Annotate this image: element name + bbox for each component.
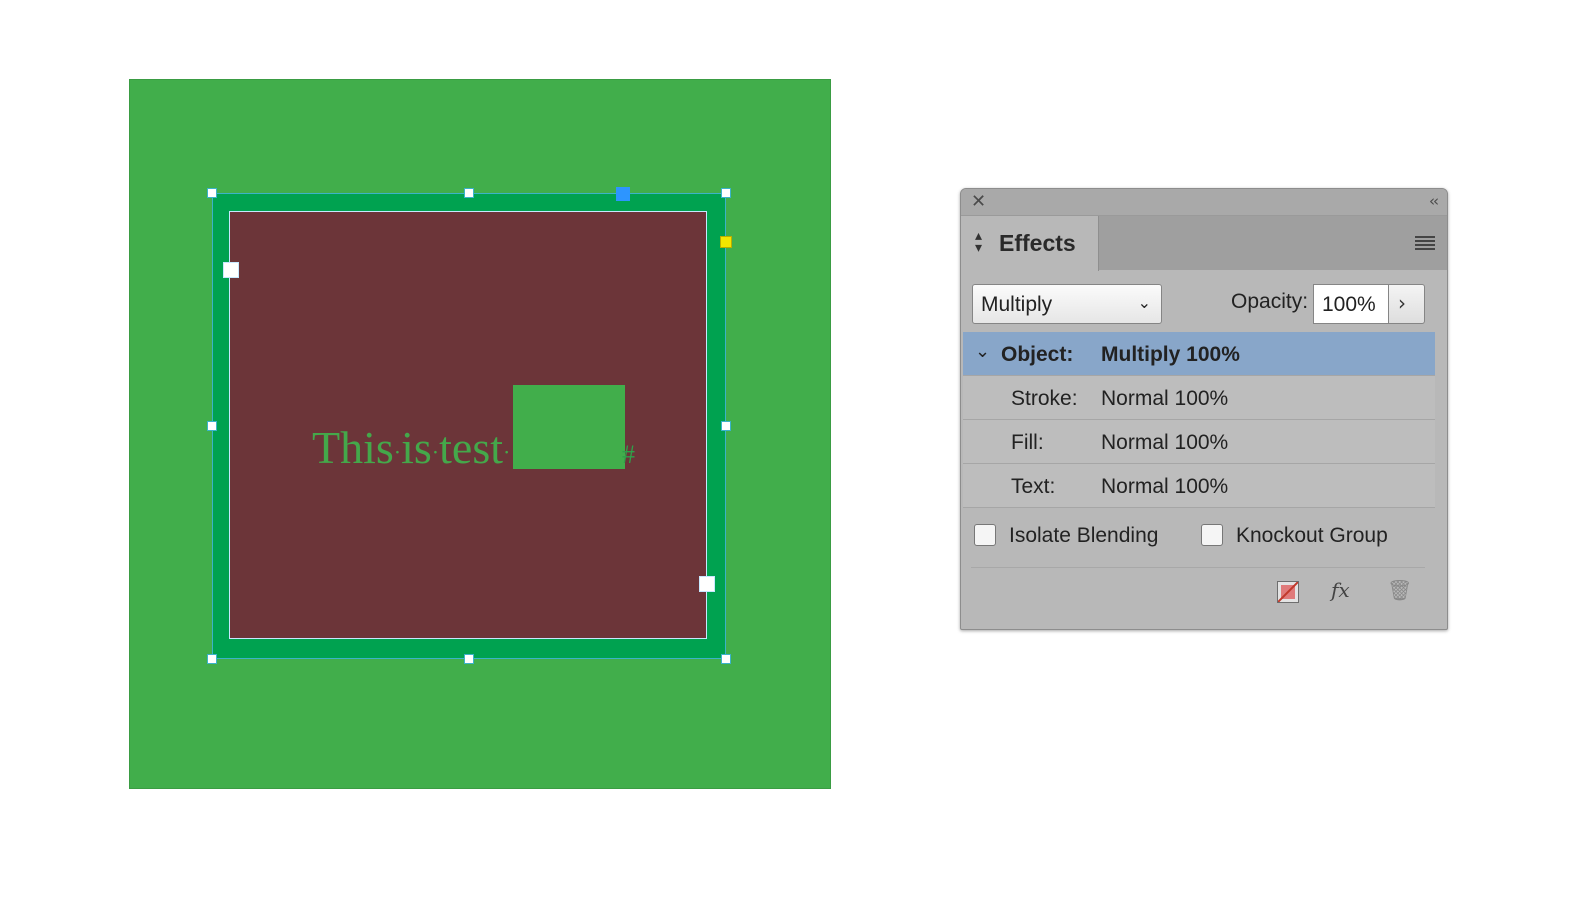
opacity-value: 100% [1322,293,1376,316]
effects-target-list: ⌄ Object: Multiply 100% Stroke: Normal 1… [963,332,1435,508]
row-value: Multiply 100% [1101,343,1240,366]
resize-handle-bottom[interactable] [464,654,474,664]
row-object[interactable]: ⌄ Object: Multiply 100% [963,332,1435,376]
isolate-blending-label: Isolate Blending [1009,524,1159,547]
close-icon[interactable]: ✕ [971,192,986,212]
blend-mode-value: Multiply [981,293,1053,316]
resize-handle-top-right[interactable] [721,188,731,198]
row-stroke[interactable]: Stroke: Normal 100% [963,376,1435,420]
resize-handle-top[interactable] [464,188,474,198]
resize-handle-top-left[interactable] [207,188,217,198]
content-grabber-handle[interactable] [616,187,630,201]
row-label: Text: [1011,475,1056,498]
opacity-label: Opacity: [1231,290,1309,313]
row-value: Normal 100% [1101,431,1229,454]
inline-green-rectangle[interactable] [513,385,625,469]
panel-tab-strip: ▴ ▾ Effects [961,216,1447,271]
tab-effects[interactable]: ▴ ▾ Effects [961,216,1099,271]
tab-effects-label: Effects [999,230,1076,256]
isolate-blending-checkbox[interactable] [974,524,996,546]
row-label: Fill: [1011,431,1044,454]
space-marker: · [503,439,511,465]
resize-handle-bottom-right[interactable] [721,654,731,664]
text-word: This [312,422,394,473]
effects-panel: ✕ ‹‹ ▴ ▾ Effects Multiply ⌄ Opacity: 100%… [960,188,1448,630]
row-value: Normal 100% [1101,475,1229,498]
row-text[interactable]: Text: Normal 100% [963,464,1435,508]
footer-divider [971,567,1425,568]
sort-arrows-icon: ▴ ▾ [975,228,983,256]
resize-handle-bottom-left[interactable] [207,654,217,664]
resize-handle-left[interactable] [207,421,217,431]
text-out-port[interactable] [699,576,715,592]
chevron-down-icon: ⌄ [1137,293,1151,312]
trash-icon[interactable]: 🗑 [1387,577,1412,603]
row-fill[interactable]: Fill: Normal 100% [963,420,1435,464]
panel-titlebar[interactable]: ✕ ‹‹ [961,189,1447,216]
space-marker: · [393,439,402,465]
collapse-icon[interactable]: ‹‹ [1429,191,1439,211]
live-corners-handle[interactable] [720,236,732,248]
clear-effects-icon[interactable] [1277,581,1299,603]
row-label: Object: [1001,343,1074,366]
knockout-group-label: Knockout Group [1236,524,1388,547]
chevron-right-icon: › [1398,291,1406,315]
row-value: Normal 100% [1101,387,1229,410]
text-word: is [401,422,432,473]
opacity-input[interactable]: 100% [1313,284,1389,324]
layout-canvas: This·is·test· # ✕ ‹‹ ▴ ▾ Effects Multiply [0,0,1590,924]
panel-menu-icon[interactable] [1415,236,1435,250]
resize-handle-right[interactable] [721,421,731,431]
frame-text[interactable]: This·is·test· [312,420,510,480]
blend-mode-dropdown[interactable]: Multiply ⌄ [972,284,1162,324]
fx-icon[interactable]: fx [1331,577,1350,603]
text-in-port[interactable] [223,262,239,278]
end-of-story-marker: # [622,440,635,469]
text-word: test [439,422,504,473]
chevron-down-icon[interactable]: ⌄ [975,341,990,362]
opacity-slider-button[interactable]: › [1389,284,1425,324]
row-label: Stroke: [1011,387,1078,410]
knockout-group-checkbox[interactable] [1201,524,1223,546]
